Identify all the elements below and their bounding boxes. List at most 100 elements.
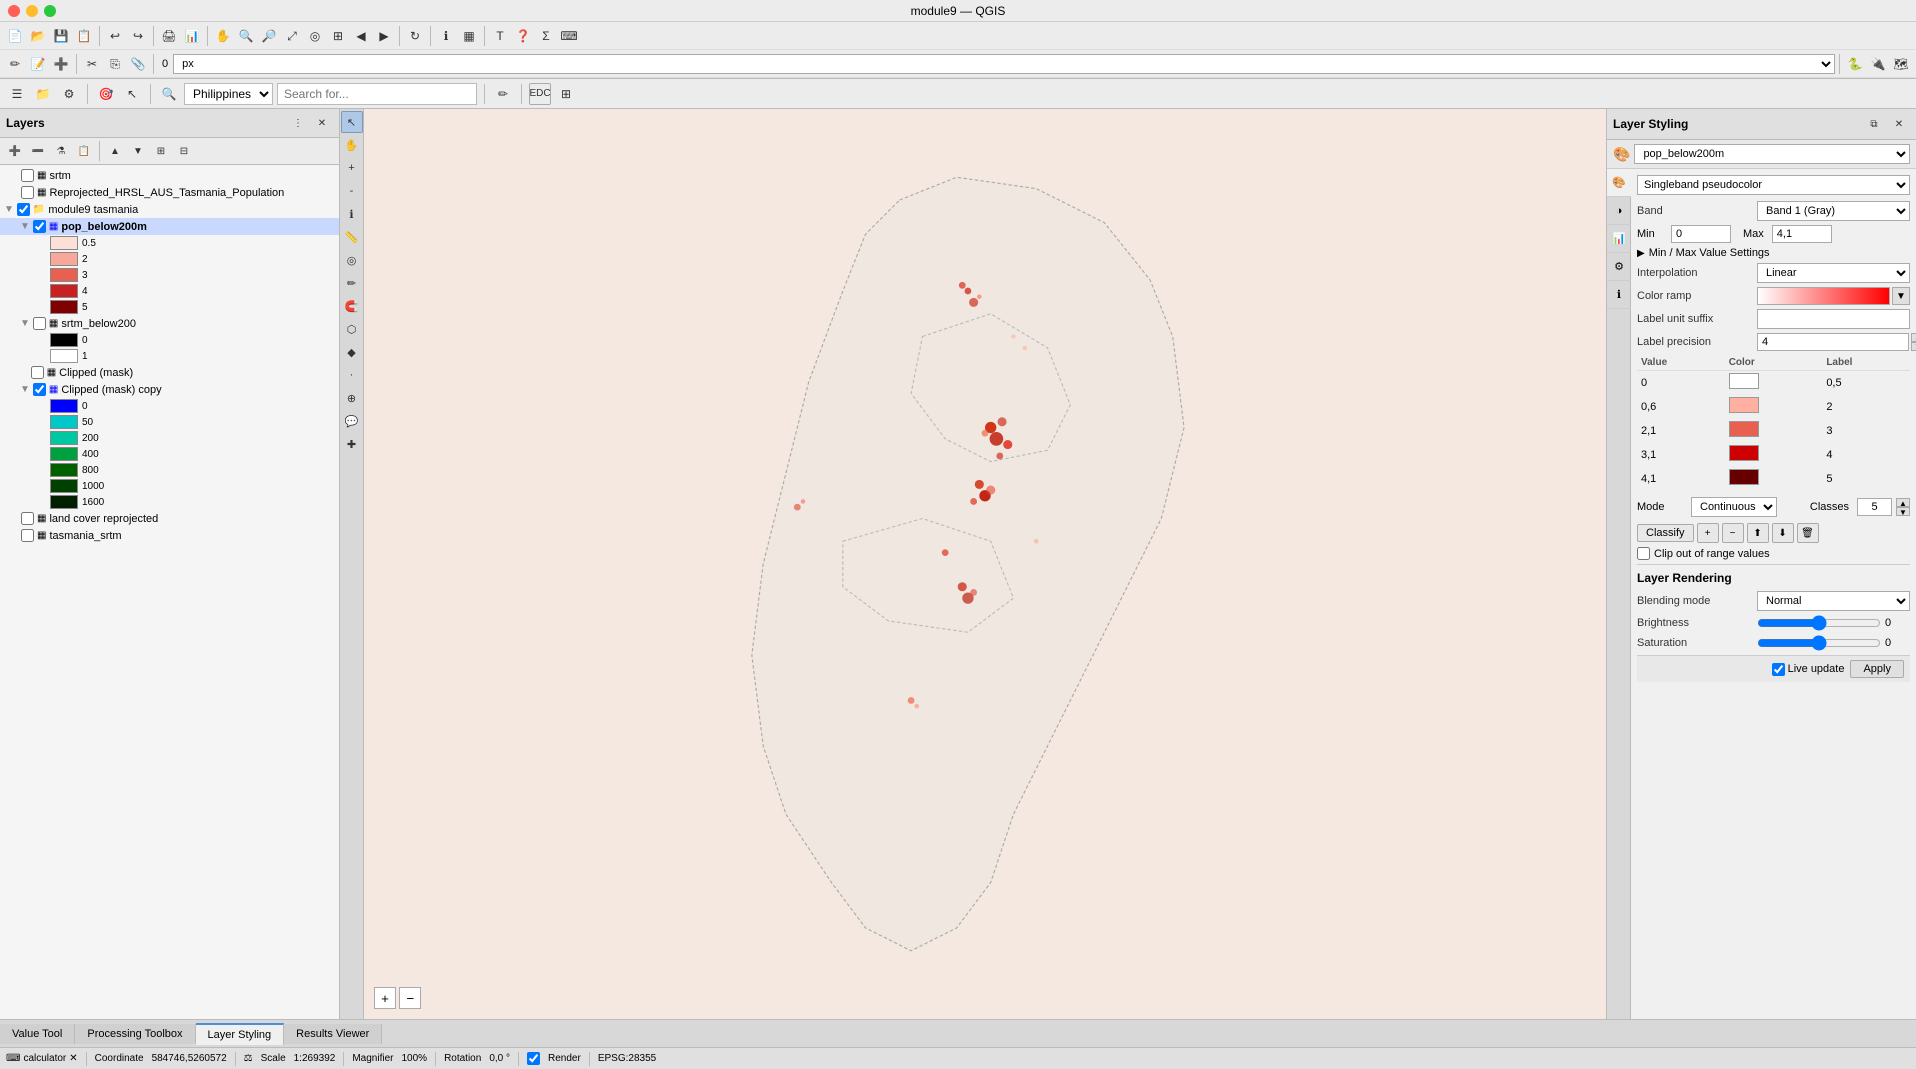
layers-button[interactable]: ☰ (6, 83, 28, 105)
location-select[interactable]: Philippines (184, 83, 273, 105)
classify-button[interactable]: Classify (1637, 524, 1694, 542)
color-ramp-dropdown[interactable]: ▼ (1892, 287, 1910, 305)
edit-button[interactable]: 📝 (27, 53, 49, 75)
extra-button[interactable]: ⊞ (555, 83, 577, 105)
filter-button[interactable]: ⚙ (58, 83, 80, 105)
calculator-clear-icon[interactable]: ✕ (69, 1053, 77, 1064)
panel-menu-button[interactable]: ⋮ (287, 112, 309, 134)
style-tab-histogram[interactable]: 📊 (1607, 225, 1631, 253)
calculator-button[interactable]: ⌨ (558, 25, 580, 47)
filter-layer-button[interactable]: ⚗ (50, 140, 72, 162)
remove-layer-button[interactable]: ➖ (27, 140, 49, 162)
blending-select[interactable]: Normal (1757, 591, 1910, 611)
classes-up-button[interactable]: ▲ (1896, 498, 1910, 507)
redo-button[interactable]: ↪ (127, 25, 149, 47)
move-down-button[interactable]: ▼ (127, 140, 149, 162)
precision-up-button[interactable]: ▲ (1911, 333, 1916, 342)
classify-load-button[interactable]: ⬆ (1747, 523, 1769, 543)
edit-tool[interactable]: ✏ (341, 272, 363, 294)
plugin3-button[interactable]: 🗺 (1890, 53, 1912, 75)
add-feature-button[interactable]: ➕ (50, 53, 72, 75)
zoom-layer-button[interactable]: ◎ (304, 25, 326, 47)
layer-item-srtm[interactable]: ▦ srtm (0, 167, 339, 184)
styling-close-button[interactable]: ✕ (1888, 113, 1910, 135)
coord-capture-tool[interactable]: ⊕ (341, 387, 363, 409)
layer-item-clipped-copy[interactable]: ▼ ▦ Clipped (mask) copy (0, 381, 339, 398)
layer-checkbox-srtm200[interactable] (33, 317, 46, 330)
style-tab-rendering[interactable]: ⚙ (1607, 253, 1631, 281)
color-cell-4[interactable] (1725, 443, 1823, 467)
style-tab-metadata[interactable]: ℹ (1607, 281, 1631, 309)
renderer-select[interactable]: Singleband pseudocolor (1637, 175, 1910, 195)
color-row-3[interactable]: 2,1 3 (1637, 419, 1910, 443)
brightness-slider[interactable] (1757, 615, 1881, 631)
styling-dock-button[interactable]: ⧉ (1863, 113, 1885, 135)
open-project-button[interactable]: 📂 (27, 25, 49, 47)
tab-results-viewer[interactable]: Results Viewer (284, 1024, 382, 1044)
open-attr-button[interactable]: 📋 (73, 140, 95, 162)
layer-item-landcover[interactable]: ▦ land cover reprojected (0, 510, 339, 527)
layer-item-pop[interactable]: ▼ ▦ pop_below200m (0, 218, 339, 235)
label-precision-input[interactable] (1757, 333, 1909, 351)
annotation-tool[interactable]: 💬 (341, 410, 363, 432)
render-checkbox[interactable] (527, 1052, 540, 1065)
zoom-next-button[interactable]: ▶ (373, 25, 395, 47)
pan-tool[interactable]: ✋ (341, 134, 363, 156)
zoom-selection-button[interactable]: ⊞ (327, 25, 349, 47)
pen-unit-select[interactable]: px (173, 54, 1835, 74)
layer-checkbox-clipped-copy[interactable] (33, 383, 46, 396)
precision-down-button[interactable]: ▼ (1911, 342, 1916, 351)
minimize-button[interactable] (26, 5, 38, 17)
classify-save-button[interactable]: ⬇ (1772, 523, 1794, 543)
move-up-button[interactable]: ▲ (104, 140, 126, 162)
zoom-in-button[interactable]: 🔍 (235, 25, 257, 47)
classify-remove-button[interactable]: − (1722, 523, 1744, 543)
saturation-slider[interactable] (1757, 635, 1881, 651)
layer-checkbox-clipped[interactable] (31, 366, 44, 379)
tab-processing-toolbox[interactable]: Processing Toolbox (75, 1024, 195, 1044)
layer-name-dropdown[interactable]: pop_below200m (1634, 144, 1910, 164)
zoom-prev-button[interactable]: ◀ (350, 25, 372, 47)
new-project-button[interactable]: 📄 (4, 25, 26, 47)
layer-item-srtm200[interactable]: ▼ ▦ srtm_below200 (0, 315, 339, 332)
mode-select[interactable]: Continuous (1691, 497, 1777, 517)
map-plus-button[interactable]: + (374, 987, 396, 1009)
layer-item-clipped[interactable]: ▶ ▦ Clipped (mask) (0, 364, 339, 381)
color-cell-3[interactable] (1725, 419, 1823, 443)
color-row-2[interactable]: 0,6 2 (1637, 395, 1910, 419)
compose-button[interactable]: 📊 (181, 25, 203, 47)
classify-add-button[interactable]: + (1697, 523, 1719, 543)
style-tab-transparency[interactable]: ◑ (1607, 197, 1631, 225)
color-cell-1[interactable] (1725, 371, 1823, 395)
layer-checkbox-landcover[interactable] (21, 512, 34, 525)
collapse-button[interactable]: ⊟ (173, 140, 195, 162)
copy-button[interactable]: ⎘ (104, 53, 126, 75)
map-zoom-controls[interactable]: + − (374, 987, 421, 1009)
vertex-tool[interactable]: ◆ (341, 341, 363, 363)
layer-checkbox-tasmania-srtm[interactable] (21, 529, 34, 542)
zoom-out-tool[interactable]: - (341, 180, 363, 202)
plugin2-button[interactable]: 🔌 (1867, 53, 1889, 75)
point-tool[interactable]: · (341, 364, 363, 386)
browser-button[interactable]: 📁 (32, 83, 54, 105)
map-area[interactable]: + − (364, 109, 1606, 1019)
feature-tool[interactable]: ◎ (341, 249, 363, 271)
panel-controls[interactable]: ⋮ ✕ (287, 112, 333, 134)
label-button[interactable]: T (489, 25, 511, 47)
layer-checkbox-srtm[interactable] (21, 169, 34, 182)
select-tool[interactable]: ↖ (341, 111, 363, 133)
print-button[interactable]: 🖨 (158, 25, 180, 47)
color-row-1[interactable]: 0 0,5 (1637, 371, 1910, 395)
search-input[interactable] (277, 83, 477, 105)
zoom-out-button[interactable]: 🔎 (258, 25, 280, 47)
panel-close-button[interactable]: ✕ (311, 112, 333, 134)
layer-checkbox-pop[interactable] (33, 220, 46, 233)
add-crosshair-tool[interactable]: ✚ (341, 433, 363, 455)
live-update-checkbox[interactable] (1772, 663, 1785, 676)
classes-down-button[interactable]: ▼ (1896, 507, 1910, 516)
layer-checkbox-module9[interactable] (17, 203, 30, 216)
edc-button[interactable]: EDC (529, 83, 551, 105)
layer-checkbox-reprojected[interactable] (21, 186, 34, 199)
select-button[interactable]: ▦ (458, 25, 480, 47)
window-controls[interactable] (8, 5, 56, 17)
